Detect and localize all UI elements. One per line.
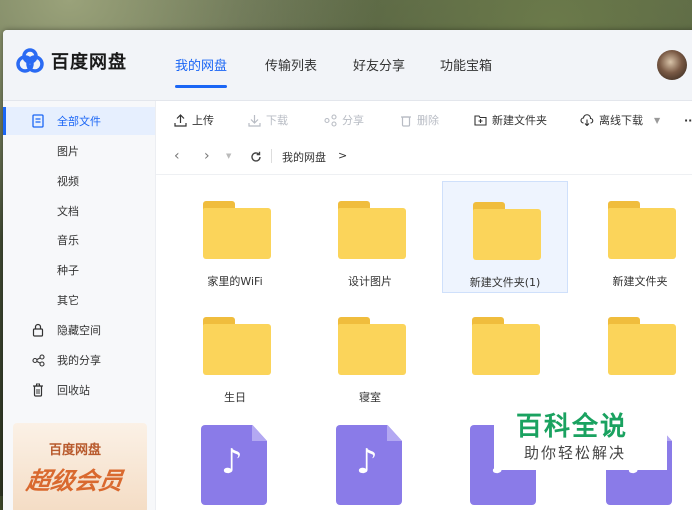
tab-toolbox[interactable]: 功能宝箱 (440, 55, 492, 74)
breadcrumb-separator: > (338, 149, 348, 162)
file-tile-selected[interactable]: 新建文件夹(1) (442, 181, 568, 293)
sidebar-item-label: 文档 (57, 205, 79, 218)
breadcrumb-current[interactable]: 我的网盘 (282, 149, 326, 165)
avatar[interactable] (657, 50, 687, 80)
folder-icon (338, 317, 406, 375)
file-name: 寝室 (359, 391, 381, 404)
file-name: 新建文件夹(1) (469, 276, 541, 289)
new-folder-button[interactable]: 新建文件夹 (474, 112, 547, 128)
download-button[interactable]: 下载 (248, 112, 288, 128)
file-tile[interactable]: 新建文件夹 (578, 181, 692, 291)
share-icon (324, 113, 337, 127)
trash-icon (31, 383, 45, 397)
file-tile[interactable]: 寝室 (308, 297, 432, 407)
watermark-title: 百科全说 (516, 412, 629, 442)
folder-icon (608, 201, 676, 259)
path-bar: ‹ › ▼ 我的网盘 > (156, 140, 692, 175)
upload-icon (174, 113, 187, 127)
sidebar-item-other[interactable]: 其它 (3, 286, 155, 314)
cloud-logo-icon (16, 48, 44, 73)
file-tile[interactable]: 生日 (173, 297, 297, 407)
music-file-icon: ♪ (336, 425, 402, 505)
trash-icon (401, 115, 411, 127)
sidebar-item-documents[interactable]: 文档 (3, 197, 155, 225)
delete-button[interactable]: 删除 (400, 112, 439, 128)
sidebar-item-label: 其它 (57, 294, 79, 307)
sidebar-item-hidden-space[interactable]: 隐藏空间 (3, 316, 155, 344)
app-name: 百度网盘 (51, 52, 127, 73)
lock-icon (31, 323, 45, 337)
file-tile[interactable]: ♪ (173, 407, 297, 510)
share-label: 分享 (342, 114, 364, 127)
sidebar-item-my-shares[interactable]: 我的分享 (3, 346, 155, 374)
new-folder-label: 新建文件夹 (492, 114, 547, 127)
sidebar: 全部文件 图片 视频 文档 音乐 种子 其它 隐藏空间 我的分享 回收站 百度网… (3, 101, 156, 510)
document-icon (31, 114, 45, 128)
vip-promo-banner[interactable]: 百度网盘 超级会员 (13, 423, 147, 510)
top-bar: 百度网盘 我的网盘 传输列表 好友分享 功能宝箱 (3, 30, 692, 101)
app-logo: 百度网盘 (15, 48, 127, 74)
sidebar-item-all-files[interactable]: 全部文件 (3, 107, 155, 135)
folder-icon (608, 317, 676, 375)
folder-icon (473, 202, 541, 260)
sidebar-item-images[interactable]: 图片 (3, 137, 155, 165)
file-tile[interactable]: ♪ (308, 407, 432, 510)
file-tile[interactable]: 家里的WiFi (173, 181, 297, 291)
file-name: 家里的WiFi (207, 275, 263, 288)
refresh-icon[interactable] (250, 151, 262, 163)
sidebar-item-label: 视频 (57, 175, 79, 188)
file-tile[interactable] (578, 297, 692, 407)
promo-title: 百度网盘 (49, 443, 102, 458)
tab-transfer-list[interactable]: 传输列表 (265, 55, 317, 74)
offline-download-button[interactable]: 离线下载 ▼ (580, 112, 660, 128)
chevron-down-icon: ▼ (654, 115, 661, 125)
file-tile[interactable] (442, 297, 566, 407)
sidebar-item-label: 全部文件 (57, 115, 101, 128)
share-button[interactable]: 分享 (324, 112, 364, 128)
watermark: 百科全说 助你轻松解决 (494, 400, 667, 470)
folder-icon (203, 201, 271, 259)
file-tile[interactable]: 设计图片 (308, 181, 432, 291)
back-arrow-icon[interactable]: ‹ (174, 148, 180, 164)
offline-download-label: 离线下载 (599, 114, 643, 127)
watermark-subtitle: 助你轻松解决 (524, 444, 627, 462)
folder-icon (472, 317, 540, 375)
sidebar-item-label: 我的分享 (57, 354, 101, 367)
forward-arrow-icon[interactable]: › (204, 148, 210, 164)
tab-my-drive[interactable]: 我的网盘 (175, 55, 228, 88)
sidebar-item-music[interactable]: 音乐 (3, 226, 155, 254)
sidebar-item-torrents[interactable]: 种子 (3, 256, 155, 284)
sidebar-item-label: 隐藏空间 (57, 324, 101, 337)
file-name: 设计图片 (348, 275, 392, 288)
share-icon (31, 353, 45, 367)
more-button[interactable]: ··· (684, 114, 692, 127)
delete-label: 删除 (417, 114, 439, 127)
file-name: 新建文件夹 (612, 275, 668, 288)
sidebar-item-recycle-bin[interactable]: 回收站 (3, 376, 155, 404)
cloud-download-icon (580, 114, 594, 126)
upload-button[interactable]: 上传 (174, 112, 214, 128)
new-folder-icon (474, 115, 487, 126)
sidebar-item-label: 音乐 (57, 234, 79, 247)
file-name: 生日 (224, 391, 246, 404)
sidebar-item-videos[interactable]: 视频 (3, 167, 155, 195)
promo-headline: 超级会员 (24, 467, 125, 495)
music-file-icon: ♪ (201, 425, 267, 505)
sidebar-item-label: 种子 (57, 264, 79, 277)
download-icon (248, 114, 261, 127)
history-dropdown-icon[interactable]: ▼ (226, 152, 231, 160)
folder-icon (203, 317, 271, 375)
upload-label: 上传 (192, 114, 214, 127)
tab-friend-share[interactable]: 好友分享 (353, 55, 405, 74)
download-label: 下载 (266, 114, 288, 127)
path-divider (271, 149, 272, 163)
toolbar: 上传 下载 分享 删除 新建文件夹 离线下载 ▼ ··· (156, 101, 692, 139)
sidebar-item-label: 图片 (57, 145, 79, 158)
folder-icon (338, 201, 406, 259)
sidebar-item-label: 回收站 (57, 384, 90, 397)
